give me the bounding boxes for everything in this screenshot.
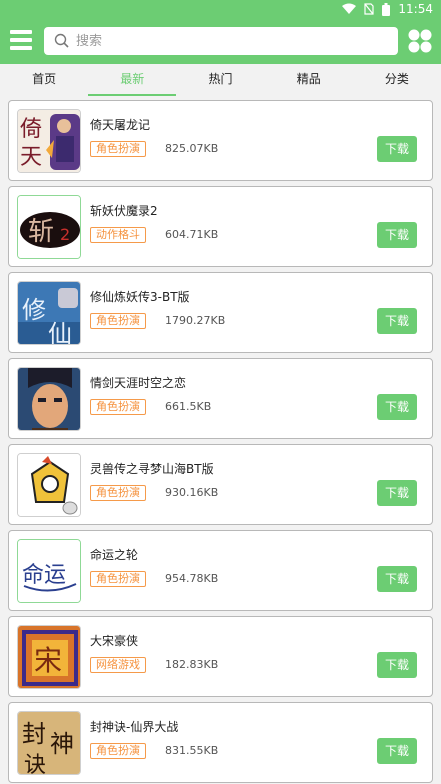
game-name: 修仙炼妖传3-BT版: [90, 290, 190, 304]
game-tag: 角色扮演: [90, 141, 146, 157]
game-size: 604.71KB: [165, 228, 219, 241]
game-name: 斩妖伏魔录2: [90, 204, 158, 218]
svg-text:命运: 命运: [22, 563, 66, 588]
svg-text:封: 封: [22, 720, 46, 748]
battery-icon: [382, 2, 391, 16]
game-item[interactable]: 斩 2 斩妖伏魔录2 动作格斗 604.71KB 下载: [8, 186, 433, 267]
game-tag: 角色扮演: [90, 743, 146, 759]
search-icon: [54, 33, 69, 48]
dasong-icon: 宋: [17, 625, 81, 689]
category-grid-icon[interactable]: [407, 28, 433, 54]
game-item[interactable]: 封 神 诀 封神诀-仙界大战 角色扮演 831.55KB 下载: [8, 702, 433, 783]
top-bar: [0, 18, 441, 64]
game-item[interactable]: 宋 大宋豪侠 网络游戏 182.83KB 下载: [8, 616, 433, 697]
game-item[interactable]: 命运 命运之轮 角色扮演 954.78KB 下载: [8, 530, 433, 611]
lingshou-icon: [17, 453, 81, 517]
tab-hot[interactable]: 热门: [176, 64, 264, 96]
game-item[interactable]: 情剑天涯时空之恋 角色扮演 661.5KB 下载: [8, 358, 433, 439]
game-name: 灵兽传之寻梦山海BT版: [90, 462, 214, 476]
game-tag: 角色扮演: [90, 399, 146, 415]
menu-icon[interactable]: [10, 30, 32, 50]
game-tag: 网络游戏: [90, 657, 146, 673]
game-tag: 角色扮演: [90, 485, 146, 501]
game-size: 930.16KB: [165, 486, 219, 499]
tab-featured[interactable]: 精品: [265, 64, 353, 96]
game-tag: 角色扮演: [90, 313, 146, 329]
game-name: 倚天屠龙记: [90, 118, 151, 132]
yitian-icon: 倚 天: [17, 109, 81, 173]
game-size: 825.07KB: [165, 142, 219, 155]
status-time: 11:54: [398, 2, 433, 16]
mingyun-icon: 命运: [17, 539, 81, 603]
xiuxian-icon: 修 仙: [17, 281, 81, 345]
download-button[interactable]: 下载: [377, 566, 417, 592]
search-bar[interactable]: [44, 27, 398, 55]
svg-text:诀: 诀: [24, 753, 46, 775]
game-size: 954.78KB: [165, 572, 219, 585]
download-button[interactable]: 下载: [377, 652, 417, 678]
download-button[interactable]: 下载: [377, 222, 417, 248]
game-item[interactable]: 倚 天 倚天屠龙记 角色扮演 825.07KB 下载: [8, 100, 433, 181]
svg-text:2: 2: [60, 225, 70, 244]
game-size: 182.83KB: [165, 658, 219, 671]
svg-text:天: 天: [20, 145, 42, 170]
tab-latest[interactable]: 最新: [88, 64, 177, 96]
status-bar: 11:54: [0, 0, 441, 18]
fengshen-icon: 封 神 诀: [17, 711, 81, 775]
game-name: 封神诀-仙界大战: [90, 720, 179, 734]
svg-text:修: 修: [22, 296, 46, 324]
svg-text:神: 神: [50, 730, 74, 758]
game-size: 1790.27KB: [165, 314, 226, 327]
game-tag: 动作格斗: [90, 227, 146, 243]
game-name: 命运之轮: [90, 548, 139, 562]
tab-category[interactable]: 分类: [353, 64, 441, 96]
download-button[interactable]: 下载: [377, 738, 417, 764]
svg-text:斩: 斩: [28, 217, 54, 247]
zhanyao-icon: 斩 2: [17, 195, 81, 259]
search-input[interactable]: [76, 27, 386, 55]
wifi-icon: [342, 3, 357, 15]
svg-text:宋: 宋: [34, 644, 62, 677]
game-item[interactable]: 灵兽传之寻梦山海BT版 角色扮演 930.16KB 下载: [8, 444, 433, 525]
svg-text:倚: 倚: [20, 117, 42, 142]
game-name: 情剑天涯时空之恋: [90, 376, 187, 390]
download-button[interactable]: 下载: [377, 394, 417, 420]
game-item[interactable]: 修 仙 修仙炼妖传3-BT版 角色扮演 1790.27KB 下载: [8, 272, 433, 353]
download-button[interactable]: 下载: [377, 308, 417, 334]
no-sim-icon: [364, 3, 375, 15]
game-name: 大宋豪侠: [90, 634, 139, 648]
game-size: 831.55KB: [165, 744, 219, 757]
download-button[interactable]: 下载: [377, 136, 417, 162]
qingjian-icon: [17, 367, 81, 431]
tab-home[interactable]: 首页: [0, 64, 88, 96]
svg-text:仙: 仙: [48, 320, 72, 345]
game-tag: 角色扮演: [90, 571, 146, 587]
game-size: 661.5KB: [165, 400, 212, 413]
tab-bar: 首页 最新 热门 精品 分类: [0, 64, 441, 96]
download-button[interactable]: 下载: [377, 480, 417, 506]
